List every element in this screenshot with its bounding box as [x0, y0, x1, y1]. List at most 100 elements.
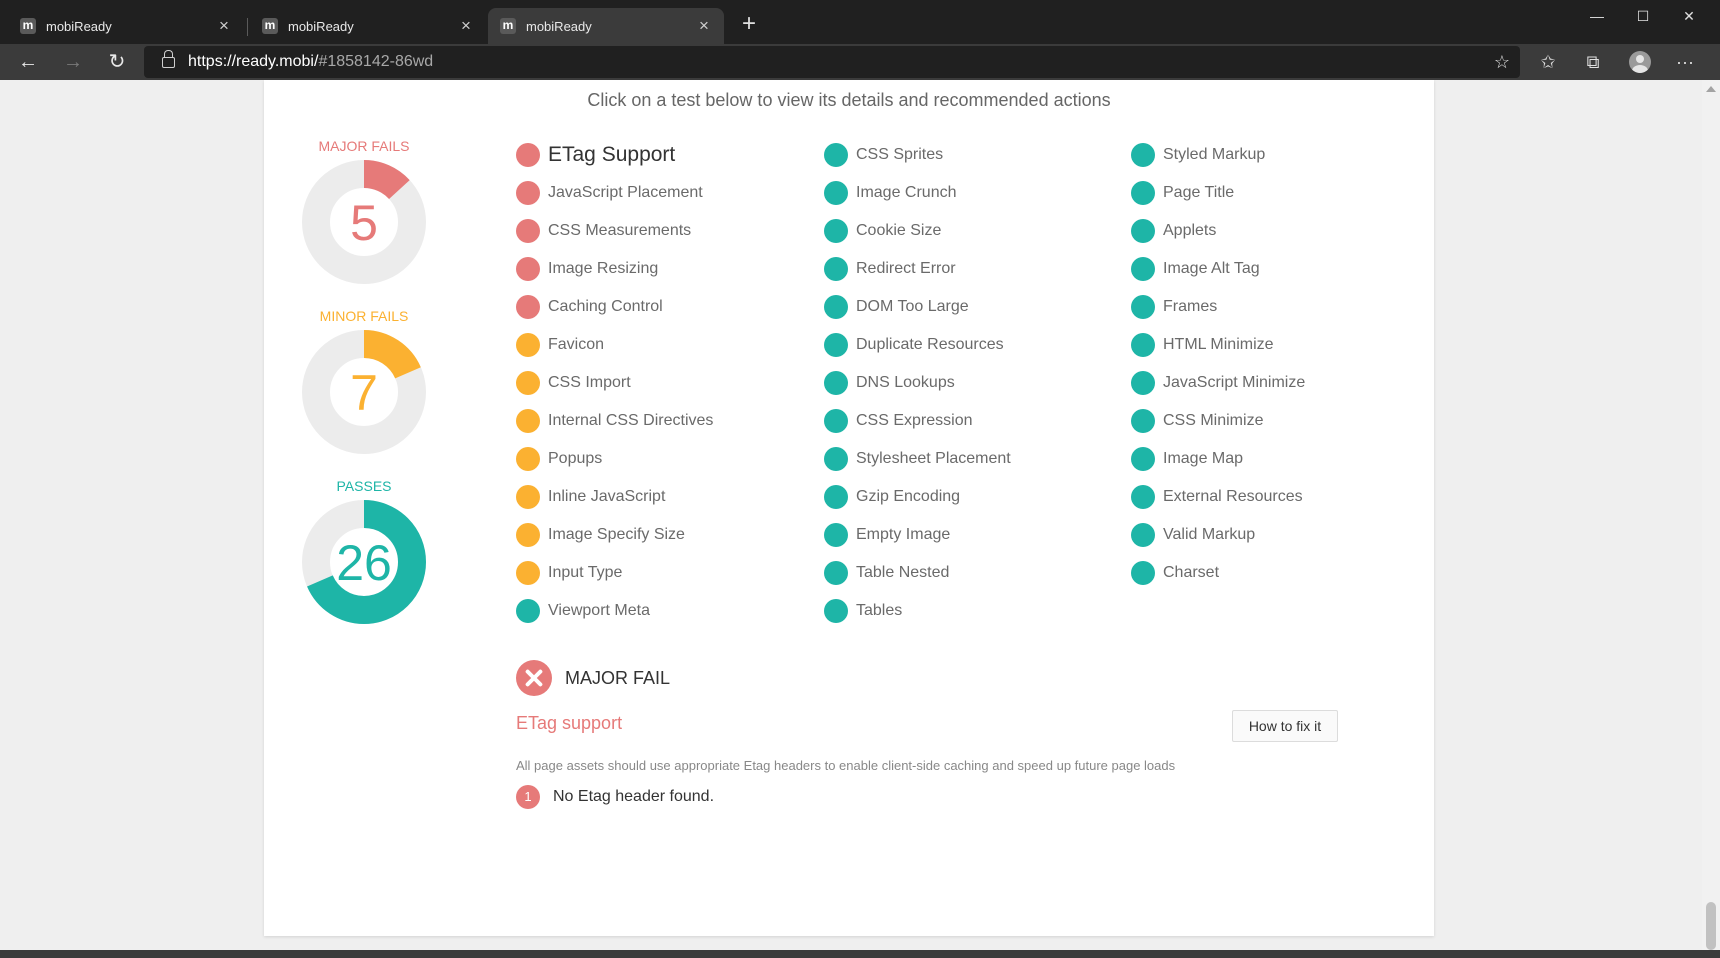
test-item[interactable]: Image Map	[1131, 440, 1305, 478]
minimize-button[interactable]: —	[1574, 0, 1620, 32]
test-item[interactable]: Internal CSS Directives	[516, 402, 713, 440]
browser-tab[interactable]: m mobiReady ×	[250, 8, 486, 44]
favicon-icon: m	[20, 18, 36, 34]
test-name: Gzip Encoding	[856, 488, 961, 505]
tests-column-1: ETag Support JavaScript Placement CSS Meas…	[516, 136, 713, 630]
scroll-up-icon[interactable]	[1706, 86, 1716, 92]
test-item[interactable]: CSS Measurements	[516, 212, 713, 250]
status-dot-icon	[516, 333, 540, 357]
status-dot-icon	[824, 219, 848, 243]
test-item[interactable]: Gzip Encoding	[824, 478, 1011, 516]
tab-strip: m mobiReady × m mobiReady × m mobiReady …	[0, 0, 1720, 44]
status-dot-icon	[1131, 523, 1155, 547]
passes-count: 26	[336, 535, 392, 591]
status-dot-icon	[824, 333, 848, 357]
test-item[interactable]: Viewport Meta	[516, 592, 713, 630]
test-item[interactable]: HTML Minimize	[1131, 326, 1305, 364]
test-item[interactable]: Image Specify Size	[516, 516, 713, 554]
detail-description: All page assets should use appropriate E…	[516, 758, 1176, 773]
passes-donut: 26	[302, 500, 426, 624]
test-name: External Resources	[1163, 488, 1303, 505]
status-dot-icon	[824, 371, 848, 395]
test-name: Image Resizing	[548, 260, 659, 277]
status-dot-icon	[824, 561, 848, 585]
status-dot-icon	[516, 599, 540, 623]
status-dot-icon	[516, 143, 540, 167]
test-item[interactable]: CSS Sprites	[824, 136, 1011, 174]
passes-stat: PASSES 26	[302, 476, 426, 624]
test-item[interactable]: Image Resizing	[516, 250, 713, 288]
favorites-icon[interactable]: ✩	[1530, 44, 1566, 80]
browser-tab-active[interactable]: m mobiReady ×	[488, 8, 724, 44]
test-item[interactable]: Redirect Error	[824, 250, 1011, 288]
test-item[interactable]: Inline JavaScript	[516, 478, 713, 516]
test-item[interactable]: Applets	[1131, 212, 1305, 250]
more-menu-icon[interactable]: ···	[1667, 44, 1703, 80]
status-dot-icon	[516, 371, 540, 395]
status-dot-icon	[516, 523, 540, 547]
tests-column-3: Styled Markup Page Title Applets Image Alt …	[1131, 136, 1305, 592]
close-tab-icon[interactable]: ×	[458, 16, 474, 36]
close-window-button[interactable]: ✕	[1666, 0, 1712, 32]
scroll-thumb[interactable]	[1706, 902, 1716, 950]
test-item[interactable]: Empty Image	[824, 516, 1011, 554]
test-item[interactable]: Frames	[1131, 288, 1305, 326]
lock-icon[interactable]	[162, 50, 175, 68]
test-item[interactable]: Popups	[516, 440, 713, 478]
close-tab-icon[interactable]: ×	[216, 16, 232, 36]
test-item[interactable]: Stylesheet Placement	[824, 440, 1011, 478]
status-dot-icon	[516, 409, 540, 433]
test-item[interactable]: DNS Lookups	[824, 364, 1011, 402]
add-favorite-icon[interactable]: ☆	[1484, 44, 1520, 80]
test-item[interactable]: Styled Markup	[1131, 136, 1305, 174]
test-item[interactable]: JavaScript Placement	[516, 174, 713, 212]
forward-button[interactable]: →	[55, 44, 91, 80]
test-item[interactable]: Valid Markup	[1131, 516, 1305, 554]
test-item[interactable]: Tables	[824, 592, 1011, 630]
browser-tab[interactable]: m mobiReady ×	[8, 8, 244, 44]
how-to-fix-button[interactable]: How to fix it	[1232, 710, 1338, 742]
test-item[interactable]: CSS Minimize	[1131, 402, 1305, 440]
reload-button[interactable]: ↻	[99, 44, 135, 80]
test-item[interactable]: Cookie Size	[824, 212, 1011, 250]
status-dot-icon	[516, 295, 540, 319]
test-item[interactable]: CSS Import	[516, 364, 713, 402]
test-item[interactable]: CSS Expression	[824, 402, 1011, 440]
profile-avatar-icon[interactable]	[1629, 51, 1651, 73]
address-bar[interactable]: https://ready.mobi/#1858142-86wd	[144, 46, 1520, 78]
test-item[interactable]: Image Alt Tag	[1131, 250, 1305, 288]
status-dot-icon	[1131, 561, 1155, 585]
test-name: Applets	[1163, 222, 1217, 239]
browser-toolbar: ← → ↻ https://ready.mobi/#1858142-86wd ☆…	[0, 44, 1720, 80]
close-tab-icon[interactable]: ×	[696, 16, 712, 36]
status-dot-icon	[824, 599, 848, 623]
test-item[interactable]: Image Crunch	[824, 174, 1011, 212]
back-button[interactable]: ←	[10, 44, 46, 80]
test-name: Internal CSS Directives	[548, 412, 714, 429]
test-name: ETag Support	[548, 143, 676, 166]
maximize-button[interactable]: ☐	[1620, 0, 1666, 32]
status-dot-icon	[824, 409, 848, 433]
test-item[interactable]: External Resources	[1131, 478, 1305, 516]
test-name: Charset	[1163, 564, 1220, 581]
test-item[interactable]: Charset	[1131, 554, 1305, 592]
test-item[interactable]: Caching Control	[516, 288, 713, 326]
status-dot-icon	[1131, 295, 1155, 319]
test-name: Inline JavaScript	[548, 488, 666, 505]
bottom-edge	[0, 950, 1720, 958]
major-fails-stat: MAJOR FAILS 5	[302, 136, 426, 284]
collections-icon[interactable]: ⧉	[1575, 44, 1611, 80]
test-item[interactable]: Page Title	[1131, 174, 1305, 212]
new-tab-button[interactable]: +	[734, 10, 764, 40]
test-item[interactable]: Input Type	[516, 554, 713, 592]
test-item[interactable]: JavaScript Minimize	[1131, 364, 1305, 402]
test-item[interactable]: ETag Support	[516, 136, 713, 174]
test-item[interactable]: Duplicate Resources	[824, 326, 1011, 364]
test-item[interactable]: Table Nested	[824, 554, 1011, 592]
minor-fails-count: 7	[350, 365, 378, 421]
test-name: CSS Expression	[856, 412, 973, 429]
vertical-scrollbar[interactable]	[1702, 80, 1720, 950]
test-item[interactable]: Favicon	[516, 326, 713, 364]
test-item[interactable]: DOM Too Large	[824, 288, 1011, 326]
detail-title: ETag support	[516, 713, 623, 733]
